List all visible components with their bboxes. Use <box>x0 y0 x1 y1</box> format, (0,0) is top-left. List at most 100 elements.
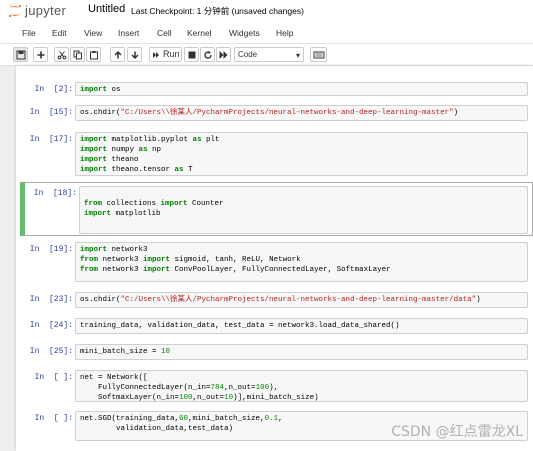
code-cell[interactable]: In [2]: import os <box>20 78 533 98</box>
code-text: ,n_out= <box>224 384 256 392</box>
menu-widgets[interactable]: Widgets <box>229 28 260 38</box>
code-line: from network3 import sigmoid, tanh, ReLU… <box>80 255 523 265</box>
code-line: from collections import Counter <box>84 199 523 209</box>
code-text: net = Network([ <box>80 374 148 382</box>
code-keyword: import <box>80 246 108 254</box>
insert-cell-button[interactable] <box>33 47 48 62</box>
notebook-container: In [2]: import os In [15]: os.chdir("C:/Use… <box>16 66 533 451</box>
move-up-button[interactable] <box>110 47 125 62</box>
code-editor[interactable]: mini_batch_size = 10 <box>75 344 528 360</box>
code-editor[interactable]: net = Network([ FullyConnectedLayer(n_in… <box>75 370 528 402</box>
code-text: os <box>107 86 121 94</box>
code-text: , <box>278 415 283 423</box>
code-editor[interactable]: import os <box>75 82 528 96</box>
copy-button[interactable] <box>70 47 85 62</box>
paste-button[interactable] <box>86 47 101 62</box>
code-cell[interactable]: In [18]: from collections import Counter i… <box>20 182 533 236</box>
code-string: "C:/Users\\徐某人/PycharmProjects/neural-ne… <box>120 296 477 304</box>
code-keyword: import <box>143 256 171 264</box>
code-line: import matplotlib <box>84 209 523 219</box>
menu-file[interactable]: File <box>22 28 36 38</box>
code-text: T <box>183 166 193 174</box>
code-editor[interactable]: training_data, validation_data, test_dat… <box>75 318 528 334</box>
code-text: network3 <box>98 256 144 264</box>
save-button[interactable] <box>13 47 28 62</box>
code-text: os.chdir( <box>80 296 121 304</box>
code-cell[interactable]: In [19]: import network3 from network3 imp… <box>20 238 533 284</box>
code-line: training_data, validation_data, test_dat… <box>80 321 523 331</box>
interrupt-button[interactable] <box>184 47 199 62</box>
cut-icon <box>57 50 66 59</box>
code-number: 10 <box>224 394 234 402</box>
input-prompt: In [25]: <box>29 347 73 356</box>
code-keyword: from <box>80 266 99 274</box>
code-editor[interactable]: os.chdir("C:/Users\\徐某人/PycharmProjects/… <box>75 292 528 308</box>
code-text: training_data, validation_data, test_dat… <box>80 322 400 330</box>
code-keyword: import <box>80 86 108 94</box>
code-editor[interactable]: from collections import Counter import ma… <box>79 186 528 234</box>
input-prompt: In [18]: <box>33 189 77 198</box>
restart-button[interactable] <box>200 47 215 62</box>
input-prompt: In [24]: <box>29 321 73 330</box>
code-keyword: as <box>174 166 184 174</box>
paste-icon <box>89 50 98 59</box>
copy-icon <box>73 50 82 59</box>
menu-cell[interactable]: Cell <box>157 28 172 38</box>
run-button[interactable]: Run <box>149 47 182 62</box>
logo-text: jupyter <box>25 3 67 18</box>
input-prompt: In [2]: <box>34 85 73 94</box>
code-cell[interactable]: In [25]: mini_batch_size = 10 <box>20 340 533 362</box>
code-cell[interactable]: In [24]: training_data, validation_data, … <box>20 314 533 336</box>
menu-kernel[interactable]: Kernel <box>187 28 212 38</box>
move-down-button[interactable] <box>127 47 142 62</box>
code-text: ,mini_batch_size, <box>188 415 265 423</box>
run-icon <box>153 51 159 58</box>
menu-help[interactable]: Help <box>276 28 293 38</box>
input-prompt: In [19]: <box>29 245 73 254</box>
code-text: matplotlib <box>111 210 161 218</box>
input-prompt: In [17]: <box>29 135 73 144</box>
code-keyword: import <box>160 200 188 208</box>
code-cell[interactable]: In [15]: os.chdir("C:/Users\\徐某人/PycharmP… <box>20 101 533 123</box>
code-keyword: import <box>143 266 171 274</box>
menu-edit[interactable]: Edit <box>52 28 67 38</box>
jupyter-logo[interactable]: jupyter <box>8 3 83 19</box>
restart-run-all-button[interactable] <box>216 47 231 62</box>
input-prompt: In [ ]: <box>34 414 73 423</box>
command-palette-button[interactable] <box>310 47 327 62</box>
code-cell[interactable]: In [ ]: net = Network([ FullyConnectedLay… <box>20 366 533 404</box>
code-editor[interactable]: os.chdir("C:/Users\\徐某人/PycharmProjects/… <box>75 105 528 121</box>
code-cell[interactable]: In [17]: import matplotlib.pyplot as plt i… <box>20 128 533 178</box>
code-keyword: as <box>192 136 202 144</box>
code-line: import matplotlib.pyplot as plt <box>80 135 523 145</box>
code-text: collections <box>102 200 161 208</box>
input-prompt: In [23]: <box>29 295 73 304</box>
code-line: import theano.tensor as T <box>80 165 523 175</box>
code-cell[interactable]: In [23]: os.chdir("C:/Users\\徐某人/PycharmP… <box>20 288 533 310</box>
code-editor[interactable]: import matplotlib.pyplot as plt import nu… <box>75 132 528 176</box>
watermark: CSDN @红点雷龙XL <box>391 424 523 440</box>
code-editor[interactable]: import network3 from network3 import sigm… <box>75 242 528 282</box>
code-keyword: from <box>84 200 103 208</box>
arrow-down-icon <box>130 51 139 59</box>
cut-button[interactable] <box>54 47 69 62</box>
code-string: "C:/Users\\徐某人/PycharmProjects/neural-ne… <box>120 109 454 117</box>
code-text: SoftmaxLayer(n_in= <box>80 394 180 402</box>
code-text: sigmoid, tanh, ReLU, Network <box>170 256 301 264</box>
menu-view[interactable]: View <box>84 28 102 38</box>
chevron-down-icon: ▾ <box>295 51 300 60</box>
notebook-title[interactable]: Untitled <box>88 3 125 15</box>
code-number: 100 <box>179 394 193 402</box>
code-number: 60 <box>179 415 189 423</box>
run-label: Run <box>163 49 180 59</box>
cell-type-select[interactable]: Code ▾ <box>234 47 304 62</box>
code-text: ) <box>453 109 459 117</box>
plus-icon <box>37 51 44 58</box>
code-text: net.SGD(training_data, <box>80 415 180 423</box>
code-text: numpy <box>107 146 139 154</box>
menu-insert[interactable]: Insert <box>118 28 139 38</box>
stop-icon <box>188 51 195 58</box>
input-prompt: In [ ]: <box>34 373 73 382</box>
code-text: ConvPoolLayer, FullyConnectedLayer, Soft… <box>170 266 391 274</box>
